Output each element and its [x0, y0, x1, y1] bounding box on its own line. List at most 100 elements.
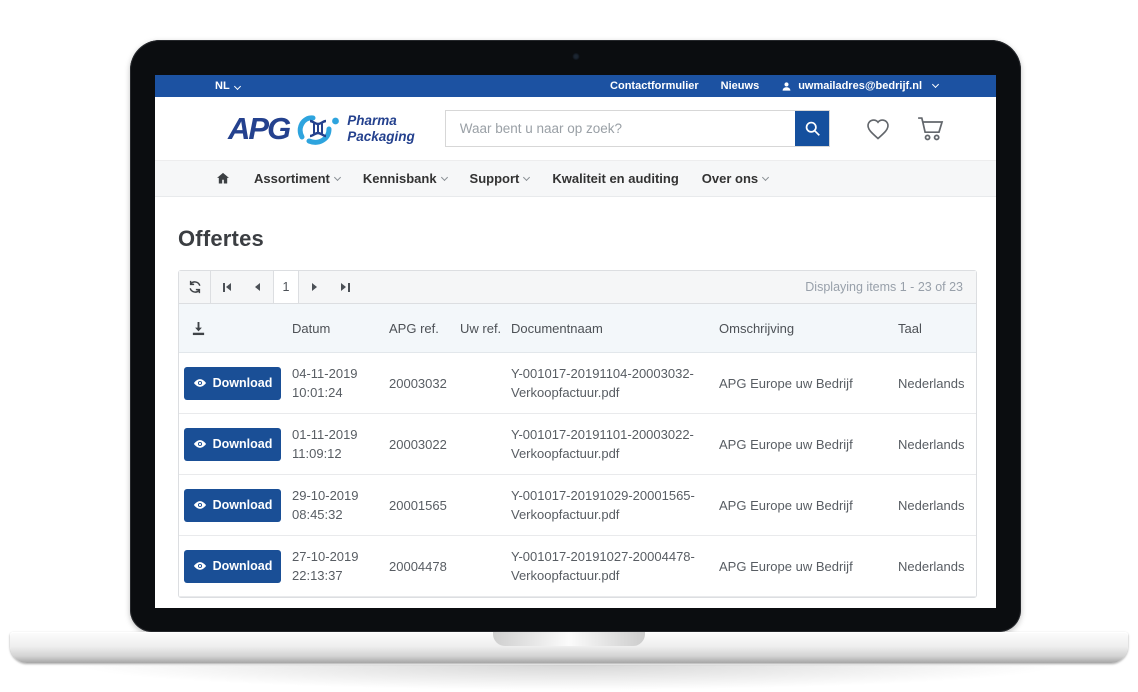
cell-omschrijving: APG Europe uw Bedrijf [719, 437, 898, 452]
previous-page-button[interactable] [242, 271, 273, 303]
chevron-down-icon [234, 83, 241, 90]
utility-topbar: NL Contactformulier Nieuws uwmailadres@b… [155, 75, 996, 97]
laptop-lid-notch [493, 632, 645, 646]
first-page-button[interactable] [211, 271, 242, 303]
nav-item-label: Support [470, 171, 520, 186]
eye-icon [193, 498, 207, 512]
cell-apg-ref: 20003022 [389, 437, 460, 452]
cell-datum: 04-11-2019 10:01:24 [292, 364, 389, 403]
wishlist-button[interactable] [864, 116, 892, 142]
chevron-down-icon [441, 174, 448, 181]
webcam [572, 53, 579, 60]
cell-apg-ref: 20003032 [389, 376, 460, 391]
column-header-taal: Taal [898, 321, 976, 336]
download-button[interactable]: Download [184, 550, 281, 583]
cell-documentnaam: Y-001017-20191101-20003022-Verkoopfactuu… [511, 425, 719, 464]
download-button[interactable]: Download [184, 489, 281, 522]
cell-time: 08:45:32 [292, 505, 389, 525]
table-row: Download 04-11-2019 10:01:24 20003032 Y-… [179, 353, 976, 414]
download-button[interactable]: Download [184, 367, 281, 400]
nav-item[interactable]: Kennisbank [363, 171, 447, 186]
eye-icon [193, 437, 207, 451]
main-navigation: Assortiment Kennisbank Support Kwaliteit… [155, 160, 996, 197]
browser-viewport: NL Contactformulier Nieuws uwmailadres@b… [155, 75, 996, 608]
search-icon [804, 120, 821, 137]
cell-apg-ref: 20004478 [389, 559, 460, 574]
cell-documentnaam: Y-001017-20191029-20001565-Verkoopfactuu… [511, 486, 719, 525]
download-button-label: Download [213, 376, 273, 390]
laptop-mockup: NL Contactformulier Nieuws uwmailadres@b… [130, 40, 1021, 632]
table-row: Download 29-10-2019 08:45:32 20001565 Y-… [179, 475, 976, 536]
grid-toolbar: 1 Displaying items 1 - 23 of 23 [179, 271, 976, 304]
first-page-icon [223, 283, 225, 292]
nav-item[interactable]: Assortiment [254, 171, 340, 186]
nav-home[interactable] [215, 171, 231, 186]
cell-taal: Nederlands [898, 559, 976, 574]
cell-omschrijving: APG Europe uw Bedrijf [719, 498, 898, 513]
logo-line1: Pharma [347, 113, 397, 128]
cell-date: 27-10-2019 [292, 547, 389, 567]
last-page-button[interactable] [330, 271, 361, 303]
logo-acronym: APG [228, 111, 289, 147]
site-logo[interactable]: APG Pharma Packaging [228, 111, 415, 147]
download-button-label: Download [213, 559, 273, 573]
next-page-icon [312, 283, 317, 291]
chevron-down-icon [932, 81, 939, 88]
nav-item-label: Kwaliteit en auditing [552, 171, 678, 186]
nav-item-label: Over ons [702, 171, 758, 186]
nav-item[interactable]: Over ons [702, 171, 768, 186]
nav-item-label: Assortiment [254, 171, 330, 186]
user-account-menu[interactable]: uwmailadres@bedrijf.nl [781, 80, 938, 92]
refresh-button[interactable] [179, 271, 211, 303]
user-email: uwmailadres@bedrijf.nl [798, 80, 922, 92]
table-body: Download 04-11-2019 10:01:24 20003032 Y-… [179, 353, 976, 597]
cell-time: 10:01:24 [292, 383, 389, 403]
cell-omschrijving: APG Europe uw Bedrijf [719, 376, 898, 391]
download-button-label: Download [213, 498, 273, 512]
column-header-uw-ref: Uw ref. [460, 321, 511, 336]
documents-grid: 1 Displaying items 1 - 23 of 23 Datu [178, 270, 977, 598]
site-header: APG Pharma Packaging [155, 97, 996, 160]
table-row: Download 27-10-2019 22:13:37 20004478 Y-… [179, 536, 976, 597]
home-icon [215, 171, 231, 186]
laptop-reflection [60, 665, 1078, 691]
cell-datum: 27-10-2019 22:13:37 [292, 547, 389, 586]
search-button[interactable] [795, 111, 829, 146]
current-page-indicator: 1 [273, 271, 299, 303]
column-header-apg-ref: APG ref. [389, 321, 460, 336]
nav-item[interactable]: Kwaliteit en auditing [552, 171, 678, 186]
refresh-icon [188, 280, 202, 294]
logo-text: Pharma Packaging [347, 113, 415, 143]
column-header-datum: Datum [292, 321, 389, 336]
download-all-icon[interactable] [191, 321, 206, 336]
cell-taal: Nederlands [898, 376, 976, 391]
cell-apg-ref: 20001565 [389, 498, 460, 513]
cell-omschrijving: APG Europe uw Bedrijf [719, 559, 898, 574]
next-page-button[interactable] [299, 271, 330, 303]
nav-item-label: Kennisbank [363, 171, 437, 186]
last-page-icon [341, 283, 346, 291]
column-header-omschrijving: Omschrijving [719, 321, 898, 336]
contact-form-link[interactable]: Contactformulier [610, 80, 699, 92]
cell-date: 04-11-2019 [292, 364, 389, 384]
chevron-down-icon [334, 174, 341, 181]
cell-datum: 29-10-2019 08:45:32 [292, 486, 389, 525]
cell-taal: Nederlands [898, 437, 976, 452]
download-button[interactable]: Download [184, 428, 281, 461]
nav-item[interactable]: Support [470, 171, 530, 186]
column-header-documentnaam: Documentnaam [511, 321, 719, 336]
heart-icon [864, 116, 892, 142]
table-header-row: Datum APG ref. Uw ref. Documentnaam Omsc… [179, 304, 976, 353]
language-selector[interactable]: NL [215, 80, 240, 92]
search-input[interactable] [446, 111, 795, 146]
eye-icon [193, 559, 207, 573]
language-label: NL [215, 80, 230, 92]
chevron-down-icon [523, 174, 530, 181]
cell-date: 01-11-2019 [292, 425, 389, 445]
news-link[interactable]: Nieuws [721, 80, 760, 92]
user-icon [781, 81, 792, 92]
cell-date: 29-10-2019 [292, 486, 389, 506]
cart-button[interactable] [916, 115, 946, 142]
cell-documentnaam: Y-001017-20191027-20004478-Verkoopfactuu… [511, 547, 719, 586]
cell-documentnaam: Y-001017-20191104-20003032-Verkoopfactuu… [511, 364, 719, 403]
